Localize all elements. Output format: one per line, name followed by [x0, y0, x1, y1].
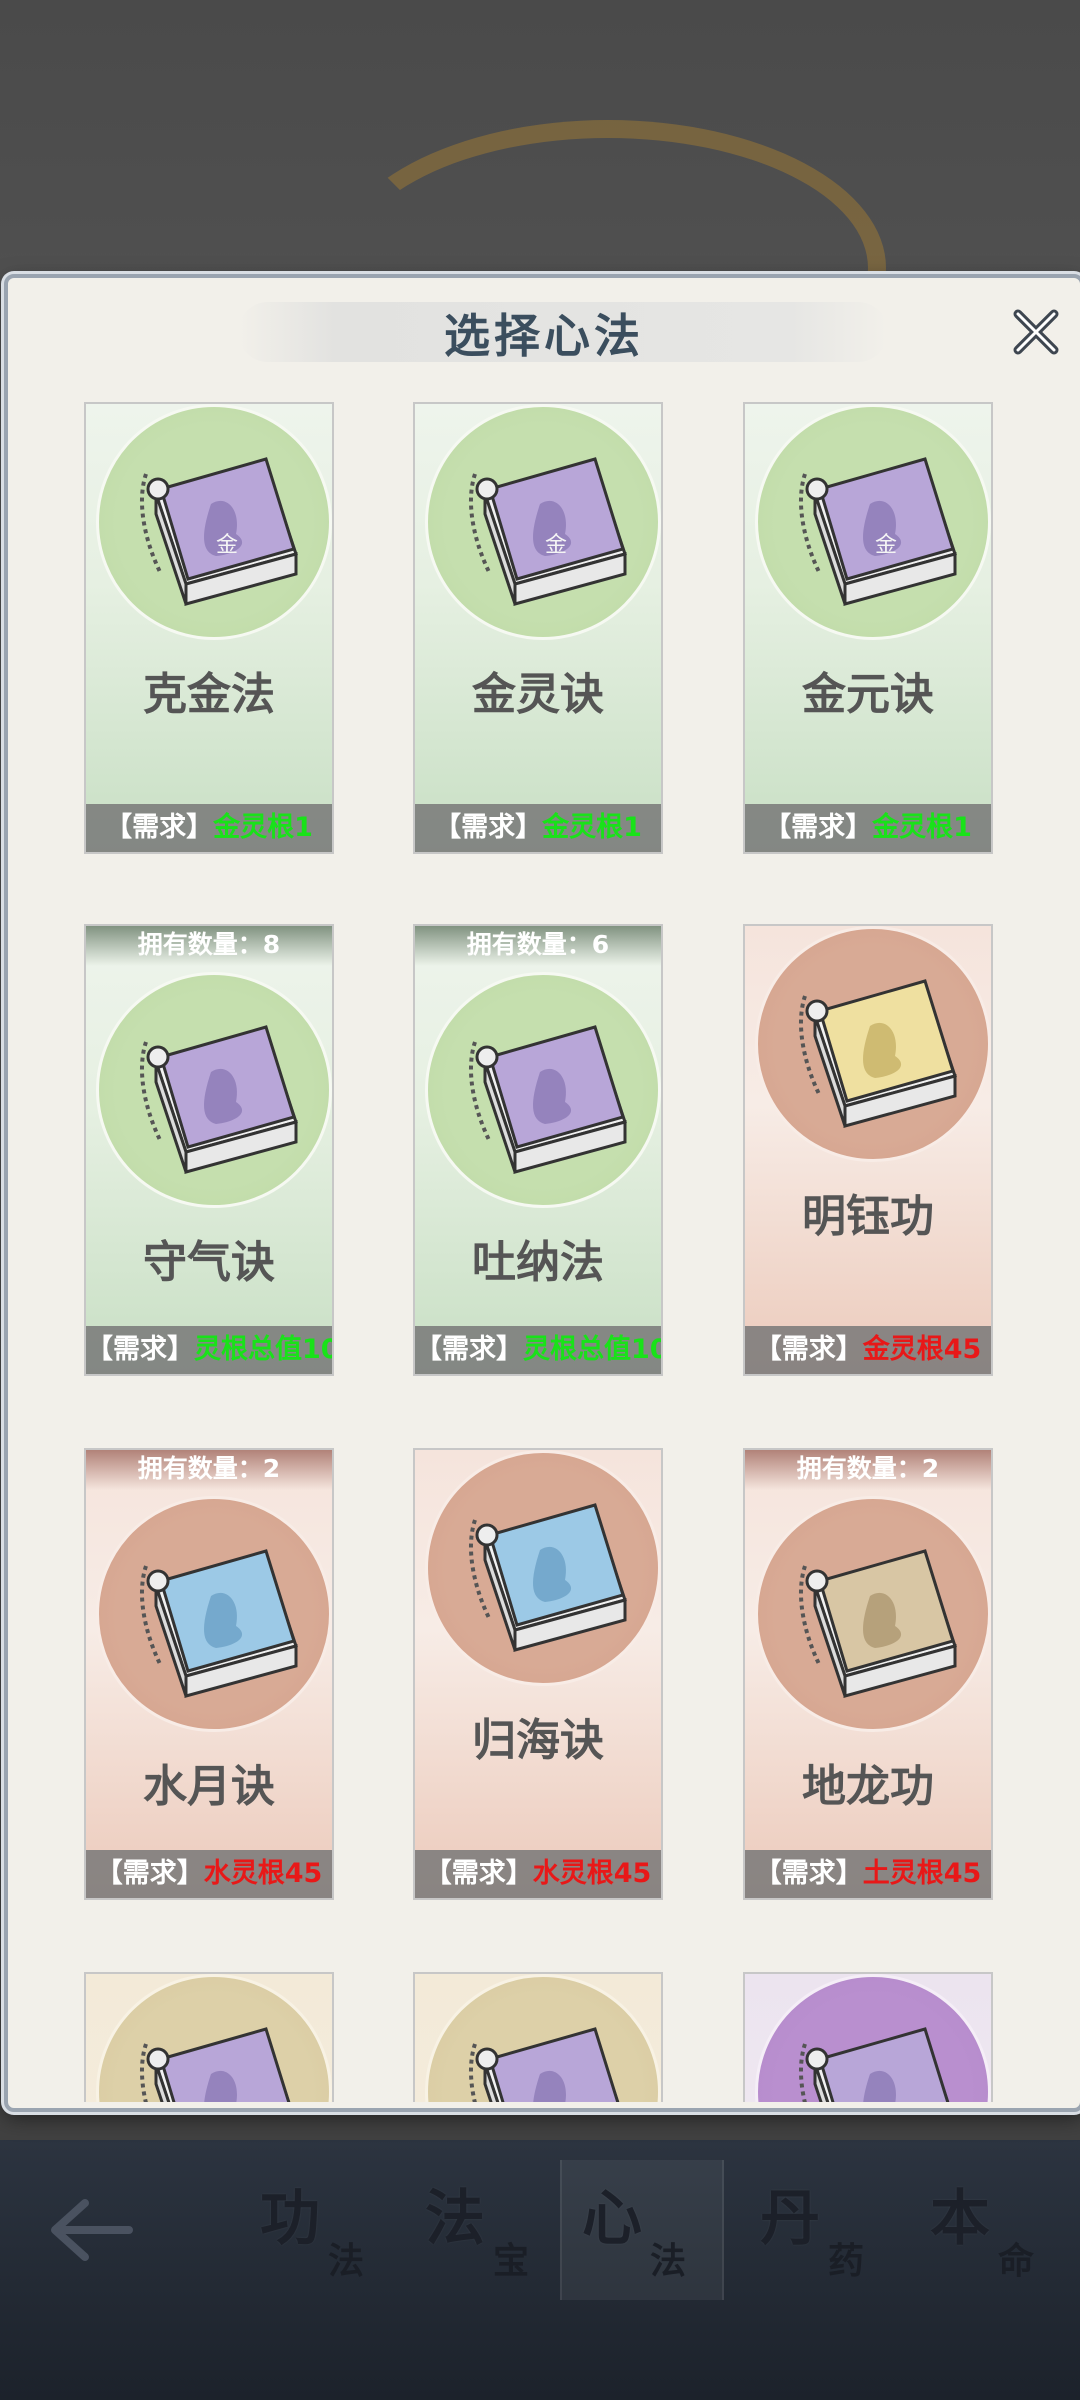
- tab-gongfa-big: 功: [260, 2184, 320, 2254]
- requirement-bar: 【需求】灵根总值10: [415, 1326, 661, 1374]
- requirement-bar: 【需求】金灵根1: [86, 804, 332, 852]
- xinfa-card[interactable]: 金: [413, 1972, 663, 2102]
- requirement-label: 【需求】: [434, 812, 543, 843]
- tab-gongfa-small: 法: [328, 2240, 365, 2282]
- requirement-value: 金灵根1: [872, 812, 972, 843]
- tab-benming-big: 本: [930, 2184, 990, 2254]
- requirement-label: 【需求】: [95, 1858, 204, 1889]
- requirement-bar: 【需求】灵根总值10: [86, 1326, 332, 1374]
- book-icon: [139, 1025, 298, 1174]
- requirement-value: 金灵根1: [213, 812, 313, 843]
- tab-benming[interactable]: 本 命: [910, 2160, 1070, 2300]
- tab-xinfa[interactable]: 心 法: [560, 2160, 724, 2300]
- xinfa-card[interactable]: 拥有数量：2 地龙功【需求】土灵根45: [743, 1448, 993, 1900]
- card-name: 吐纳法: [472, 1237, 604, 1288]
- book-icon: [468, 1503, 627, 1652]
- card-name: 明钰功: [802, 1191, 934, 1242]
- book-icon: 金: [798, 457, 957, 606]
- book-icon: 金: [468, 457, 627, 606]
- requirement-label: 【需求】: [754, 1334, 863, 1365]
- requirement-value: 金灵根1: [542, 812, 642, 843]
- requirement-label: 【需求】: [754, 1858, 863, 1889]
- tab-danyao[interactable]: 丹 药: [740, 2160, 900, 2300]
- xinfa-card[interactable]: 拥有数量：2 水月诀【需求】水灵根45: [84, 1448, 334, 1900]
- card-name: 水月诀: [143, 1761, 275, 1812]
- card-name: 金元诀: [802, 669, 934, 720]
- book-icon: [139, 1549, 298, 1698]
- requirement-value: 水灵根45: [532, 1858, 652, 1889]
- close-icon: [1013, 309, 1059, 355]
- xinfa-card[interactable]: 金克金法【需求】金灵根1: [84, 402, 334, 854]
- book-emblem: 金: [216, 533, 238, 558]
- requirement-value: 灵根总值10: [194, 1334, 334, 1365]
- xinfa-card[interactable]: 拥有数量：6 吐纳法【需求】灵根总值10: [413, 924, 663, 1376]
- card-name: 守气诀: [143, 1237, 275, 1288]
- book-emblem: 金: [545, 533, 567, 558]
- requirement-bar: 【需求】金灵根45: [745, 1326, 991, 1374]
- owned-count: 拥有数量：8: [86, 926, 332, 966]
- book-icon: 金: [139, 2027, 291, 2102]
- dialog-title: 选择心法: [444, 309, 644, 363]
- xinfa-card[interactable]: 金金灵诀【需求】金灵根1: [413, 402, 663, 854]
- close-button[interactable]: [1008, 304, 1064, 360]
- requirement-label: 【需求】: [424, 1858, 533, 1889]
- requirement-bar: 【需求】金灵根1: [415, 804, 661, 852]
- card-name: 地龙功: [802, 1761, 934, 1812]
- xinfa-card[interactable]: 土: [743, 1972, 993, 2102]
- requirement-bar: 【需求】土灵根45: [745, 1850, 991, 1898]
- requirement-label: 【需求】: [764, 812, 873, 843]
- book-icon: 金: [468, 2027, 620, 2102]
- book-emblem: 金: [875, 533, 897, 558]
- requirement-value: 灵根总值10: [523, 1334, 663, 1365]
- requirement-value: 水灵根45: [203, 1858, 323, 1889]
- book-icon: 金: [139, 457, 298, 606]
- tab-fabao[interactable]: 法 宝: [405, 2160, 565, 2300]
- xinfa-card[interactable]: 归海诀【需求】水灵根45: [413, 1448, 663, 1900]
- requirement-label: 【需求】: [86, 1334, 194, 1365]
- tab-fabao-big: 法: [425, 2184, 485, 2254]
- book-icon: 土: [798, 2027, 950, 2102]
- tab-xinfa-big: 心: [582, 2184, 642, 2254]
- book-icon: [468, 1025, 627, 1174]
- requirement-label: 【需求】: [105, 812, 214, 843]
- xinfa-card[interactable]: 明钰功【需求】金灵根45: [743, 924, 993, 1376]
- card-name: 金灵诀: [472, 669, 604, 720]
- xinfa-card[interactable]: 金: [84, 1972, 334, 2102]
- tab-fabao-small: 宝: [493, 2240, 530, 2282]
- tab-benming-small: 命: [998, 2240, 1035, 2282]
- requirement-bar: 【需求】金灵根1: [745, 804, 991, 852]
- back-button[interactable]: [40, 2180, 140, 2280]
- owned-count: 拥有数量：2: [745, 1450, 991, 1490]
- xinfa-card[interactable]: 金金元诀【需求】金灵根1: [743, 402, 993, 854]
- select-xinfa-dialog: 选择心法 金克金法 【需求】金灵根1 金金灵诀 【需求】金灵根1 金金元诀 【需求】金灵根…: [4, 274, 1080, 2112]
- owned-count: 拥有数量：6: [415, 926, 661, 966]
- requirement-value: 金灵根45: [862, 1334, 982, 1365]
- requirement-bar: 【需求】水灵根45: [415, 1850, 661, 1898]
- requirement-label: 【需求】: [415, 1334, 523, 1365]
- back-arrow-icon: [51, 2199, 133, 2261]
- book-icon: [798, 1549, 957, 1698]
- tab-danyao-small: 药: [828, 2240, 865, 2282]
- card-name: 归海诀: [472, 1715, 604, 1766]
- xinfa-grid[interactable]: 金克金法 【需求】金灵根1 金金灵诀 【需求】金灵根1 金金元诀 【需求】金灵根1 拥有数量…: [8, 402, 1080, 2102]
- requirement-value: 土灵根45: [862, 1858, 982, 1889]
- requirement-bar: 【需求】水灵根45: [86, 1850, 332, 1898]
- tab-gongfa[interactable]: 功 法: [240, 2160, 400, 2300]
- tab-danyao-big: 丹: [760, 2184, 820, 2254]
- book-icon: [798, 979, 957, 1128]
- xinfa-card[interactable]: 拥有数量：8 守气诀【需求】灵根总值10: [84, 924, 334, 1376]
- owned-count: 拥有数量：2: [86, 1450, 332, 1490]
- tab-xinfa-small: 法: [650, 2240, 687, 2282]
- card-name: 克金法: [143, 669, 275, 720]
